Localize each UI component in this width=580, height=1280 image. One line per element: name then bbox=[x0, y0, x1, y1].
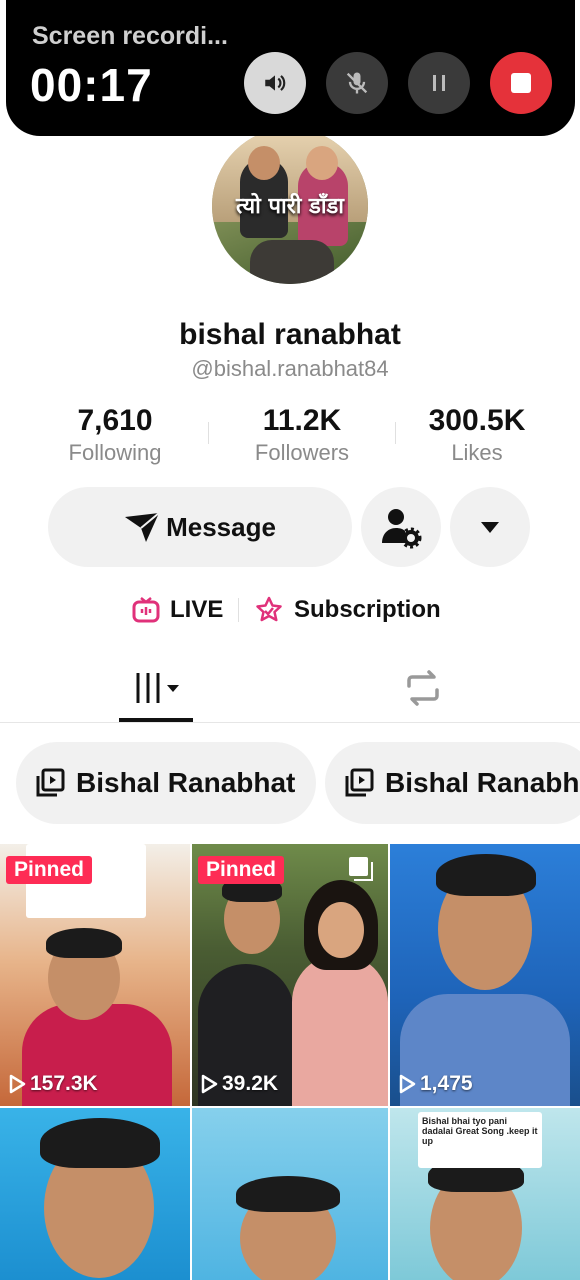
profile-handle: @bishal.ranabhat84 bbox=[191, 356, 389, 381]
pause-icon bbox=[433, 75, 445, 91]
avatar-logo-text: त्यो पारी डाँडा bbox=[236, 193, 344, 219]
play-icon bbox=[201, 1074, 218, 1094]
message-label: Message bbox=[166, 511, 276, 542]
likes-count: 300.5K bbox=[428, 404, 526, 437]
view-count-value: 1,475 bbox=[420, 1072, 473, 1095]
view-count: 39.2K bbox=[200, 1072, 278, 1096]
mute-mic-button[interactable] bbox=[326, 52, 388, 114]
videos-grid-icon bbox=[134, 673, 179, 703]
user-gear-icon bbox=[382, 509, 422, 549]
stop-icon bbox=[511, 73, 531, 93]
comment-sticker: Bishal bhai tyo pani dadalai Great Song … bbox=[418, 1112, 542, 1168]
tab-videos[interactable] bbox=[119, 660, 193, 716]
stat-divider bbox=[208, 422, 209, 444]
playlist-label: Bishal Ranabhat bbox=[76, 767, 296, 798]
feature-divider bbox=[238, 598, 239, 622]
mic-off-icon bbox=[346, 72, 368, 94]
live-link[interactable]: LIVE bbox=[132, 592, 223, 628]
speaker-button[interactable] bbox=[244, 52, 306, 114]
play-icon bbox=[399, 1074, 416, 1094]
following-count: 7,610 bbox=[77, 404, 153, 437]
video-thumbnail[interactable]: 1,475 bbox=[390, 844, 580, 1106]
profile-name: bishal ranabhat bbox=[179, 318, 401, 351]
stop-button[interactable] bbox=[490, 52, 552, 114]
pinned-badge: Pinned bbox=[198, 856, 285, 884]
playlist-label: Bishal Ranabh bbox=[385, 767, 580, 798]
playlist-chip[interactable]: Bishal Ranabhat bbox=[16, 742, 316, 824]
live-tv-icon bbox=[132, 597, 160, 623]
play-icon bbox=[9, 1074, 26, 1094]
subscription-label: Subscription bbox=[294, 596, 441, 623]
following-label: Following bbox=[68, 440, 162, 465]
more-options-button[interactable] bbox=[450, 487, 530, 567]
triangle-down-icon bbox=[481, 522, 499, 533]
multi-select-icon bbox=[349, 857, 373, 881]
playlist-icon bbox=[36, 768, 65, 797]
repost-icon bbox=[407, 670, 439, 706]
video-thumbnail[interactable]: Bishal bhai tyo pani dadalai Great Song … bbox=[390, 1108, 580, 1280]
live-label: LIVE bbox=[170, 596, 224, 623]
video-thumbnail[interactable]: Pinned 39.2K bbox=[192, 844, 388, 1106]
pause-button[interactable] bbox=[408, 52, 470, 114]
profile-avatar[interactable]: त्यो पारी डाँडा bbox=[212, 128, 368, 284]
friend-settings-button[interactable] bbox=[361, 487, 441, 567]
video-thumbnail[interactable] bbox=[192, 1108, 388, 1280]
tab-reposts[interactable] bbox=[384, 660, 462, 716]
subscription-link[interactable]: Subscription bbox=[254, 592, 441, 628]
screen-recording-bar: Screen recordi... 00:17 bbox=[6, 0, 575, 136]
message-button[interactable]: Message bbox=[48, 487, 352, 567]
playlist-chip[interactable]: Bishal Ranabh bbox=[325, 742, 580, 824]
playlist-icon bbox=[345, 768, 374, 797]
view-count: 1,475 bbox=[398, 1072, 473, 1096]
view-count-value: 39.2K bbox=[222, 1072, 279, 1095]
video-thumbnail[interactable]: Pinned 157.3K bbox=[0, 844, 190, 1106]
tab-divider bbox=[0, 722, 580, 723]
stat-followers[interactable]: 11.2K Followers bbox=[222, 404, 382, 466]
view-count-value: 157.3K bbox=[30, 1072, 98, 1095]
send-icon bbox=[125, 512, 160, 542]
stat-likes[interactable]: 300.5K Likes bbox=[397, 404, 557, 466]
stat-divider bbox=[395, 422, 396, 444]
view-count: 157.3K bbox=[8, 1072, 98, 1096]
followers-label: Followers bbox=[254, 440, 350, 465]
star-badge-icon bbox=[256, 596, 282, 622]
speaker-icon bbox=[265, 75, 286, 91]
video-thumbnail[interactable] bbox=[0, 1108, 190, 1280]
pinned-badge: Pinned bbox=[6, 856, 93, 884]
likes-label: Likes bbox=[451, 440, 503, 465]
stat-following[interactable]: 7,610 Following bbox=[35, 404, 195, 466]
recording-timer: 00:17 bbox=[30, 59, 153, 111]
recording-title: Screen recordi... bbox=[32, 22, 228, 50]
followers-count: 11.2K bbox=[262, 404, 342, 437]
